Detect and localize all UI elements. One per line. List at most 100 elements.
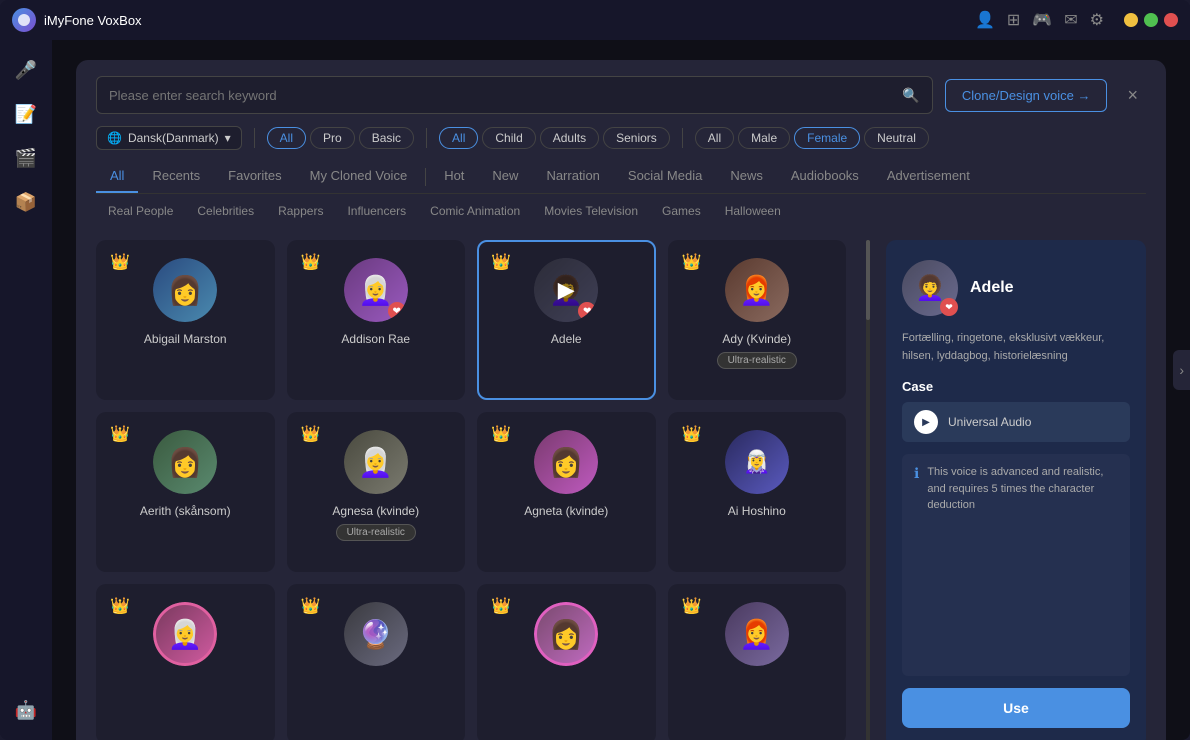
detail-avatar: 👩‍🦱 ❤ [902,260,958,316]
filter-all-age[interactable]: All [439,127,478,149]
voice-card-adele[interactable]: 👑 👩‍🦱 ▶ ❤ Adele [477,240,656,400]
voice-card-ai[interactable]: 👑 🧝‍♀️ Ai Hoshino [668,412,847,572]
globe-icon: 🌐 [107,131,122,145]
tab-advertisement[interactable]: Advertisement [873,160,984,193]
avatar-r2: 🔮 [344,602,408,666]
app-window: iMyFone VoxBox 👤 ⊞ 🎮 ✉ ⚙ ─ □ ✕ 🎤 📝 🎬 📦 🤖 [0,0,1190,740]
right-chevron-button[interactable]: › [1173,350,1190,390]
voice-card-r1[interactable]: 👑 👩‍🦳 [96,584,275,740]
filter-male[interactable]: Male [738,127,790,149]
tab-audiobooks[interactable]: Audiobooks [777,160,873,193]
voice-card-aerith[interactable]: 👑 👩 Aerith (skånsom) [96,412,275,572]
tab-social-media[interactable]: Social Media [614,160,716,193]
avatar-r3: 👩 [534,602,598,666]
scroll-track[interactable] [866,240,870,740]
filter-child[interactable]: Child [482,127,535,149]
tab-separator [425,168,426,186]
filter-female[interactable]: Female [794,127,860,149]
tab-narration[interactable]: Narration [532,160,613,193]
settings-icon[interactable]: ⚙ [1090,10,1104,30]
sidebar-item-mic[interactable]: 🎤 [8,52,44,88]
audio-label: Universal Audio [948,415,1031,429]
filter-seniors[interactable]: Seniors [603,127,670,149]
cat-comic-animation[interactable]: Comic Animation [418,200,532,222]
window-close-button[interactable]: ✕ [1164,13,1178,27]
windows-icon[interactable]: ⊞ [1007,10,1020,30]
crown-icon: 👑 [301,252,321,272]
cat-games[interactable]: Games [650,200,713,222]
filter-basic[interactable]: Basic [359,127,414,149]
avatar-addison: 👩‍🦳 ❤ [344,258,408,322]
crown-icon: 👑 [682,424,702,444]
tab-news[interactable]: News [716,160,777,193]
cat-real-people[interactable]: Real People [96,200,185,222]
detail-description: Fortælling, ringetone, eksklusivt vækkeu… [902,330,1130,365]
sidebar-item-robot[interactable]: 🤖 [8,692,44,728]
crown-icon: 👑 [110,252,130,272]
maximize-button[interactable]: □ [1144,13,1158,27]
sidebar-item-box[interactable]: 📦 [8,184,44,220]
filter-group-gender: All Male Female Neutral [695,127,929,149]
title-bar: iMyFone VoxBox 👤 ⊞ 🎮 ✉ ⚙ ─ □ ✕ [0,0,1190,40]
filter-adults[interactable]: Adults [540,127,599,149]
voice-card-agneta[interactable]: 👑 👩 Agneta (kvinde) [477,412,656,572]
mail-icon[interactable]: ✉ [1064,10,1077,30]
cat-celebrities[interactable]: Celebrities [185,200,266,222]
voice-grid: 👑 👩 Abigail Marston 👑 👩‍🦳 [96,240,846,740]
filter-pro[interactable]: Pro [310,127,355,149]
voice-card-r4[interactable]: 👑 👩‍🦰 [668,584,847,740]
voice-card-r2[interactable]: 👑 🔮 [287,584,466,740]
user-icon[interactable]: 👤 [975,10,995,30]
voice-card-addison[interactable]: 👑 👩‍🦳 ❤ Addison Rae [287,240,466,400]
filter-neutral[interactable]: Neutral [864,127,929,149]
crown-icon: 👑 [491,252,511,272]
sidebar-item-film[interactable]: 🎬 [8,140,44,176]
cat-halloween[interactable]: Halloween [713,200,793,222]
main-layout: 🎤 📝 🎬 📦 🤖 🔍 Clone [0,40,1190,740]
filter-all-tier[interactable]: All [267,127,306,149]
voice-grid-container[interactable]: 👑 👩 Abigail Marston 👑 👩‍🦳 [96,240,846,740]
cat-influencers[interactable]: Influencers [335,200,418,222]
modal-close-button[interactable]: × [1119,81,1146,110]
voice-name-agnesa: Agnesa (kvinde) [332,504,419,518]
language-selector[interactable]: 🌐 Dansk(Danmark) ▾ [96,126,242,150]
heart-badge: ❤ [578,302,596,320]
cat-rappers[interactable]: Rappers [266,200,335,222]
filter-divider-3 [682,128,683,148]
tab-recents[interactable]: Recents [138,160,214,193]
voice-card-r3[interactable]: 👑 👩 [477,584,656,740]
filter-all-gender[interactable]: All [695,127,734,149]
voice-name-agneta: Agneta (kvinde) [524,504,608,518]
voice-card-ady[interactable]: 👑 👩‍🦰 Ady (Kvinde) Ultra-realistic [668,240,847,400]
cat-movies-tv[interactable]: Movies Television [532,200,650,222]
play-button[interactable]: ▶ [914,410,938,434]
audio-player[interactable]: ▶ Universal Audio [902,402,1130,442]
voice-name-abigail: Abigail Marston [144,332,227,346]
tab-all[interactable]: All [96,160,138,193]
tab-hot[interactable]: Hot [430,160,478,193]
search-row: 🔍 Clone/Design voice → × [96,76,1146,114]
voice-name-adele: Adele [551,332,582,346]
voice-card-agnesa[interactable]: 👑 👩‍🦳 Agnesa (kvinde) Ultra-realistic [287,412,466,572]
use-voice-button[interactable]: Use [902,688,1130,728]
gamepad-icon[interactable]: 🎮 [1032,10,1052,30]
tab-new[interactable]: New [478,160,532,193]
content-area: 🔍 Clone/Design voice → × 🌐 Dansk(Danmark… [52,40,1190,740]
detail-panel: 👩‍🦱 ❤ Adele Fortælling, ringetone, ekskl… [886,240,1146,740]
chevron-down-icon: ▾ [225,131,231,145]
modal-overlay: 🔍 Clone/Design voice → × 🌐 Dansk(Danmark… [52,40,1190,740]
search-box[interactable]: 🔍 [96,76,933,114]
minimize-button[interactable]: ─ [1124,13,1138,27]
clone-design-voice-button[interactable]: Clone/Design voice → [945,79,1108,112]
tab-favorites[interactable]: Favorites [214,160,295,193]
voice-card-abigail[interactable]: 👑 👩 Abigail Marston [96,240,275,400]
avatar-aerith: 👩 [153,430,217,494]
voice-name-addison: Addison Rae [341,332,410,346]
search-input[interactable] [109,88,902,103]
avatar-agneta: 👩 [534,430,598,494]
crown-icon: 👑 [110,596,130,616]
title-bar-controls: 👤 ⊞ 🎮 ✉ ⚙ ─ □ ✕ [975,10,1178,30]
crown-icon: 👑 [682,252,702,272]
sidebar-item-text[interactable]: 📝 [8,96,44,132]
tab-my-cloned-voice[interactable]: My Cloned Voice [296,160,422,193]
